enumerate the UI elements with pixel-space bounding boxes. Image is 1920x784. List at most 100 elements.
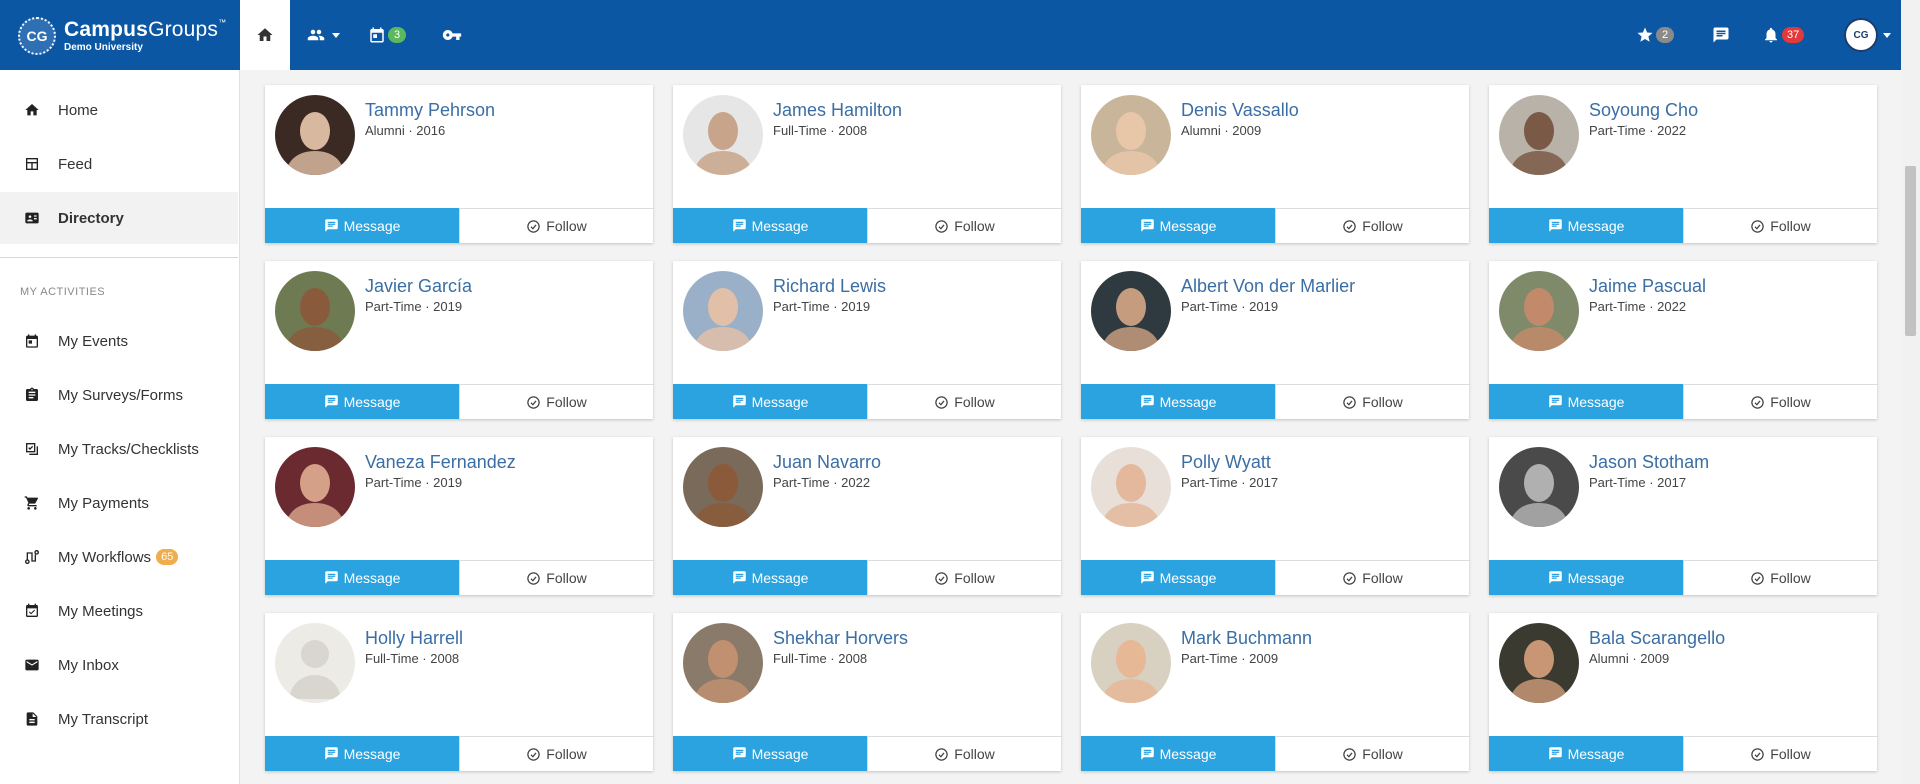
user-menu-dropdown[interactable]: CG <box>1844 0 1891 70</box>
profile-photo[interactable] <box>1499 271 1579 351</box>
message-button[interactable]: Message <box>1489 208 1683 243</box>
profile-photo[interactable] <box>1091 95 1171 175</box>
person-name[interactable]: Jaime Pascual <box>1589 276 1706 297</box>
message-button-label: Message <box>1159 217 1217 234</box>
nav-groups-dropdown[interactable] <box>305 0 340 70</box>
profile-photo[interactable] <box>683 623 763 703</box>
message-button[interactable]: Message <box>265 208 459 243</box>
star-icon <box>1637 27 1653 42</box>
message-button[interactable]: Message <box>673 560 867 595</box>
person-name[interactable]: Javier García <box>365 276 472 297</box>
follow-button[interactable]: Follow <box>1683 736 1877 771</box>
home-icon <box>257 28 273 41</box>
sidebar-item-home[interactable]: Home <box>0 84 238 136</box>
message-icon <box>732 395 746 408</box>
person-name[interactable]: Albert Von der Marlier <box>1181 276 1355 297</box>
profile-photo[interactable] <box>275 623 355 703</box>
follow-button[interactable]: Follow <box>1683 560 1877 595</box>
person-name[interactable]: Polly Wyatt <box>1181 452 1271 473</box>
person-name[interactable]: Richard Lewis <box>773 276 886 297</box>
message-button[interactable]: Message <box>673 736 867 771</box>
nav-home-button[interactable] <box>240 0 290 70</box>
nav-messages-button[interactable] <box>1712 0 1730 70</box>
sidebar-item-feed[interactable]: Feed <box>0 138 238 190</box>
profile-photo[interactable] <box>1499 95 1579 175</box>
sidebar-item-my-surveys[interactable]: My Surveys/Forms <box>0 369 238 421</box>
person-name[interactable]: Soyoung Cho <box>1589 100 1698 121</box>
follow-button-label: Follow <box>1362 394 1403 410</box>
profile-photo[interactable] <box>1499 623 1579 703</box>
page-scrollbar[interactable] <box>1901 0 1920 784</box>
message-button[interactable]: Message <box>265 736 459 771</box>
message-icon <box>1548 571 1562 584</box>
campusgroups-logo[interactable]: CG CampusGroups™ Demo University <box>18 16 226 56</box>
check-circle-icon <box>1343 571 1357 585</box>
person-name[interactable]: Shekhar Horvers <box>773 628 908 649</box>
nav-events-button[interactable]: 3 <box>368 0 406 70</box>
person-name[interactable]: Vaneza Fernandez <box>365 452 516 473</box>
follow-button[interactable]: Follow <box>459 208 653 243</box>
follow-button-label: Follow <box>954 218 995 234</box>
profile-photo[interactable] <box>1091 271 1171 351</box>
sidebar-item-my-events[interactable]: My Events <box>0 315 238 367</box>
profile-photo[interactable] <box>1091 447 1171 527</box>
follow-button[interactable]: Follow <box>867 560 1061 595</box>
message-button[interactable]: Message <box>1489 736 1683 771</box>
follow-button-label: Follow <box>1362 746 1403 762</box>
message-button[interactable]: Message <box>673 208 867 243</box>
profile-photo[interactable] <box>275 95 355 175</box>
person-name[interactable]: Tammy Pehrson <box>365 100 495 121</box>
message-button[interactable]: Message <box>1081 736 1275 771</box>
sidebar-item-label: Directory <box>58 209 124 227</box>
sidebar-item-my-payments[interactable]: My Payments <box>0 477 238 529</box>
scrollbar-thumb[interactable] <box>1905 166 1916 336</box>
message-button[interactable]: Message <box>1081 208 1275 243</box>
profile-photo[interactable] <box>683 95 763 175</box>
message-button[interactable]: Message <box>1489 560 1683 595</box>
follow-button[interactable]: Follow <box>867 208 1061 243</box>
person-meta: Full-Time · 2008 <box>365 651 460 666</box>
person-name[interactable]: Jason Stotham <box>1589 452 1709 473</box>
person-name[interactable]: Holly Harrell <box>365 628 463 649</box>
follow-button[interactable]: Follow <box>867 736 1061 771</box>
person-name[interactable]: Denis Vassallo <box>1181 100 1299 121</box>
message-button[interactable]: Message <box>1081 560 1275 595</box>
profile-photo[interactable] <box>1499 447 1579 527</box>
message-button[interactable]: Message <box>1081 384 1275 419</box>
sidebar-item-my-meetings[interactable]: My Meetings <box>0 585 238 637</box>
follow-button[interactable]: Follow <box>1275 560 1469 595</box>
sidebar-item-my-transcript[interactable]: My Transcript <box>0 693 238 745</box>
follow-button[interactable]: Follow <box>1683 384 1877 419</box>
profile-photo[interactable] <box>683 271 763 351</box>
person-name[interactable]: Bala Scarangello <box>1589 628 1725 649</box>
follow-button-label: Follow <box>1770 394 1811 410</box>
follow-button[interactable]: Follow <box>1275 208 1469 243</box>
nav-key-button[interactable] <box>442 0 462 70</box>
person-name[interactable]: Juan Navarro <box>773 452 881 473</box>
sidebar-item-my-workflows[interactable]: My Workflows 65 <box>0 531 238 583</box>
sidebar-item-my-tracks[interactable]: My Tracks/Checklists <box>0 423 238 475</box>
message-button[interactable]: Message <box>1489 384 1683 419</box>
nav-favorites-button[interactable]: 2 <box>1636 0 1674 70</box>
follow-button[interactable]: Follow <box>1275 384 1469 419</box>
follow-button[interactable]: Follow <box>1275 736 1469 771</box>
sidebar-item-my-inbox[interactable]: My Inbox <box>0 639 238 691</box>
follow-button[interactable]: Follow <box>867 384 1061 419</box>
profile-photo[interactable] <box>275 271 355 351</box>
message-button[interactable]: Message <box>265 384 459 419</box>
follow-button[interactable]: Follow <box>459 736 653 771</box>
follow-button-label: Follow <box>1770 746 1811 762</box>
nav-notifications-button[interactable]: 37 <box>1762 0 1805 70</box>
profile-photo[interactable] <box>683 447 763 527</box>
follow-button[interactable]: Follow <box>459 384 653 419</box>
person-card: Polly Wyatt Part-Time · 2017 Message Follow <box>1081 437 1469 595</box>
person-name[interactable]: Mark Buchmann <box>1181 628 1312 649</box>
profile-photo[interactable] <box>275 447 355 527</box>
sidebar-item-directory[interactable]: Directory <box>0 192 238 244</box>
message-button[interactable]: Message <box>673 384 867 419</box>
follow-button[interactable]: Follow <box>1683 208 1877 243</box>
person-name[interactable]: James Hamilton <box>773 100 902 121</box>
message-button[interactable]: Message <box>265 560 459 595</box>
follow-button[interactable]: Follow <box>459 560 653 595</box>
profile-photo[interactable] <box>1091 623 1171 703</box>
